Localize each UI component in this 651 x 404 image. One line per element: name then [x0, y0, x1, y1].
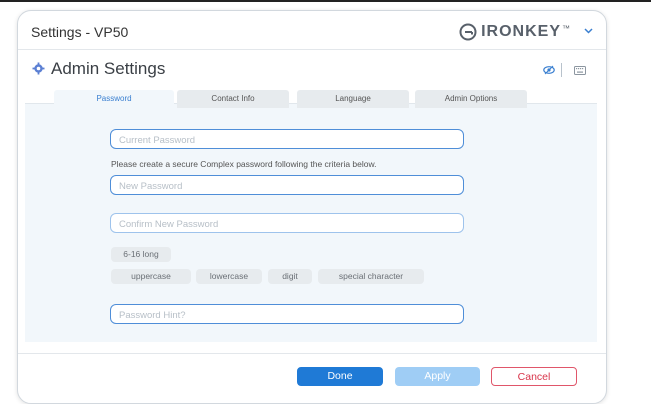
ironkey-logo-icon — [459, 23, 477, 41]
new-password-input[interactable] — [111, 177, 463, 196]
tab-password[interactable]: Password — [54, 90, 174, 108]
apply-button[interactable]: Apply — [395, 367, 480, 386]
current-password-input[interactable] — [111, 131, 463, 150]
window-title: Settings - VP50 — [31, 24, 129, 40]
settings-window: Settings - VP50 IRONKEY ™ Admin Settings — [17, 10, 607, 404]
confirm-password-input[interactable] — [111, 215, 463, 234]
tab-admin-options[interactable]: Admin Options — [415, 90, 527, 108]
footer-divider — [18, 353, 606, 354]
password-hint-input[interactable] — [111, 306, 463, 325]
current-password-field[interactable] — [110, 129, 464, 150]
tab-contact-info[interactable]: Contact Info — [177, 90, 289, 108]
page-title: Admin Settings — [51, 59, 166, 78]
password-instructions: Please create a secure Complex password … — [111, 159, 377, 169]
criteria-special-chip: special character — [318, 269, 424, 284]
brand-name: IRONKEY — [481, 23, 561, 40]
criteria-uppercase-chip: uppercase — [111, 269, 191, 284]
eye-icon[interactable] — [543, 65, 555, 75]
top-rule — [0, 0, 651, 2]
confirm-password-field[interactable] — [110, 213, 464, 234]
gear-icon — [32, 62, 45, 75]
cancel-button[interactable]: Cancel — [491, 367, 577, 386]
brand-trademark: ™ — [562, 24, 570, 33]
header-divider — [18, 49, 606, 50]
header-separator — [561, 63, 562, 77]
new-password-field[interactable] — [110, 175, 464, 196]
keyboard-icon[interactable] — [574, 66, 586, 75]
tab-language[interactable]: Language — [297, 90, 409, 108]
criteria-lowercase-chip: lowercase — [196, 269, 262, 284]
done-button[interactable]: Done — [297, 367, 383, 386]
criteria-length-chip: 6-16 long — [111, 247, 171, 262]
chevron-down-icon[interactable] — [584, 28, 593, 34]
password-hint-field[interactable] — [110, 304, 464, 325]
brand-logo: IRONKEY ™ — [459, 23, 570, 41]
criteria-digit-chip: digit — [268, 269, 312, 284]
